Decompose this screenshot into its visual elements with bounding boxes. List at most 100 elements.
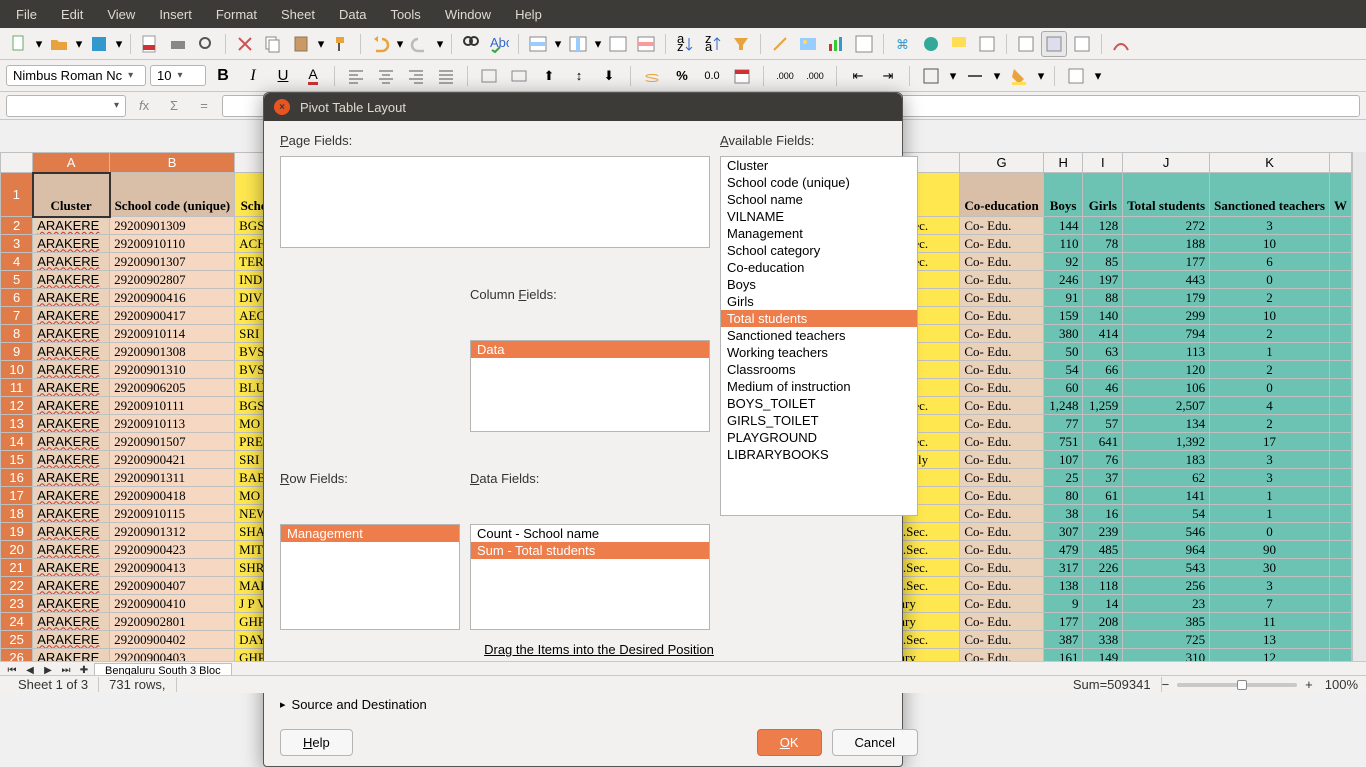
cell[interactable]: 387	[1043, 631, 1083, 649]
cell[interactable]: 246	[1043, 271, 1083, 289]
cell[interactable]: Co- Edu.	[960, 379, 1043, 397]
zoom-level[interactable]: 100%	[1325, 677, 1358, 692]
cell[interactable]	[1329, 559, 1351, 577]
paste-dropdown[interactable]: ▾	[316, 36, 326, 52]
print-preview-icon[interactable]	[193, 31, 219, 57]
cell[interactable]: 92	[1043, 253, 1083, 271]
undo-icon[interactable]	[367, 31, 393, 57]
cell[interactable]: 1,259	[1083, 397, 1123, 415]
cell[interactable]: ARAKERE	[33, 469, 110, 487]
cell[interactable]: 179	[1123, 289, 1210, 307]
bold-icon[interactable]: B	[210, 63, 236, 89]
zoom-slider[interactable]	[1177, 683, 1297, 687]
cell[interactable]: 11	[1210, 613, 1330, 631]
list-item[interactable]: GIRLS_TOILET	[721, 412, 917, 429]
cell[interactable]: 239	[1083, 523, 1123, 541]
cell[interactable]: 29200900413	[110, 559, 235, 577]
cell[interactable]: Co- Edu.	[960, 397, 1043, 415]
comment-icon[interactable]	[946, 31, 972, 57]
cell[interactable]	[1329, 469, 1351, 487]
col-header-b[interactable]: B	[110, 153, 235, 173]
cell[interactable]: 177	[1123, 253, 1210, 271]
column-icon[interactable]	[565, 31, 591, 57]
data-fields-list[interactable]: Count - School nameSum - Total students	[470, 524, 710, 630]
undo-dropdown[interactable]: ▾	[395, 36, 405, 52]
list-item[interactable]: Management	[281, 525, 459, 542]
spellcheck-icon[interactable]: Abc	[486, 31, 512, 57]
menu-help[interactable]: Help	[505, 3, 552, 26]
cond-format-dropdown[interactable]: ▾	[1093, 68, 1103, 84]
cancel-button[interactable]: Cancel	[832, 729, 918, 756]
image-icon[interactable]	[795, 31, 821, 57]
cell[interactable]: 29200910113	[110, 415, 235, 433]
cell[interactable]: Co- Edu.	[960, 523, 1043, 541]
cell[interactable]: 141	[1123, 487, 1210, 505]
borders-icon[interactable]	[918, 63, 944, 89]
col-header-g[interactable]: G	[960, 153, 1043, 173]
cell[interactable]: 88	[1083, 289, 1123, 307]
header-w[interactable]: W	[1329, 173, 1351, 217]
cell[interactable]: 479	[1043, 541, 1083, 559]
borders-dropdown[interactable]: ▾	[948, 68, 958, 84]
hyperlink-icon[interactable]	[918, 31, 944, 57]
cut-icon[interactable]	[232, 31, 258, 57]
list-item[interactable]: Girls	[721, 293, 917, 310]
cell[interactable]: ARAKERE	[33, 613, 110, 631]
cell[interactable]: ARAKERE	[33, 559, 110, 577]
list-item[interactable]: Sanctioned teachers	[721, 327, 917, 344]
underline-icon[interactable]: U	[270, 63, 296, 89]
cell[interactable]: 29200901307	[110, 253, 235, 271]
menu-file[interactable]: File	[6, 3, 47, 26]
del-decimal-icon[interactable]: .000	[802, 63, 828, 89]
cell[interactable]: Co- Edu.	[960, 343, 1043, 361]
sort-asc-icon[interactable]: az	[672, 31, 698, 57]
cell[interactable]: 183	[1123, 451, 1210, 469]
cell[interactable]: 964	[1123, 541, 1210, 559]
cell[interactable]: 197	[1083, 271, 1123, 289]
dec-indent-icon[interactable]: ⇤	[845, 63, 871, 89]
cell[interactable]	[1329, 217, 1351, 235]
cell[interactable]: 338	[1083, 631, 1123, 649]
headers-icon[interactable]	[974, 31, 1000, 57]
cell[interactable]: 208	[1083, 613, 1123, 631]
cell[interactable]: 2	[1210, 415, 1330, 433]
redo-icon[interactable]	[407, 31, 433, 57]
cell[interactable]: 188	[1123, 235, 1210, 253]
menu-tools[interactable]: Tools	[380, 3, 430, 26]
cell[interactable]: 6	[1210, 253, 1330, 271]
cell[interactable]: ARAKERE	[33, 343, 110, 361]
border-style-icon[interactable]	[962, 63, 988, 89]
menu-sheet[interactable]: Sheet	[271, 3, 325, 26]
menu-data[interactable]: Data	[329, 3, 376, 26]
cell[interactable]: 29200900407	[110, 577, 235, 595]
list-item[interactable]: LIBRARYBOOKS	[721, 446, 917, 463]
valign-bot-icon[interactable]: ⬇	[596, 63, 622, 89]
grid-icon[interactable]	[1069, 31, 1095, 57]
page-fields-list[interactable]	[280, 156, 710, 248]
cell[interactable]	[1329, 577, 1351, 595]
redo-dropdown[interactable]: ▾	[435, 36, 445, 52]
row-header[interactable]: 5	[1, 271, 33, 289]
right-sidebar[interactable]	[1352, 152, 1366, 665]
menu-insert[interactable]: Insert	[149, 3, 202, 26]
col-header-a[interactable]: A	[33, 153, 110, 173]
bgcolor-icon[interactable]	[1006, 63, 1032, 89]
col-header-i[interactable]: I	[1083, 153, 1123, 173]
align-center-icon[interactable]	[373, 63, 399, 89]
list-item[interactable]: VILNAME	[721, 208, 917, 225]
cell[interactable]: 91	[1043, 289, 1083, 307]
list-item[interactable]: Total students	[721, 310, 917, 327]
cell[interactable]: 140	[1083, 307, 1123, 325]
cell[interactable]	[1329, 289, 1351, 307]
cell[interactable]: 29200901507	[110, 433, 235, 451]
row-header[interactable]: 3	[1, 235, 33, 253]
list-item[interactable]: Sum - Total students	[471, 542, 709, 559]
pivot-icon[interactable]	[851, 31, 877, 57]
cell[interactable]	[1329, 307, 1351, 325]
print-icon[interactable]	[165, 31, 191, 57]
row-header[interactable]: 18	[1, 505, 33, 523]
cell[interactable]: ARAKERE	[33, 541, 110, 559]
cell[interactable]: ARAKERE	[33, 415, 110, 433]
dialog-titlebar[interactable]: × Pivot Table Layout	[264, 93, 902, 121]
font-size-combo[interactable]: 10▾	[150, 65, 206, 86]
